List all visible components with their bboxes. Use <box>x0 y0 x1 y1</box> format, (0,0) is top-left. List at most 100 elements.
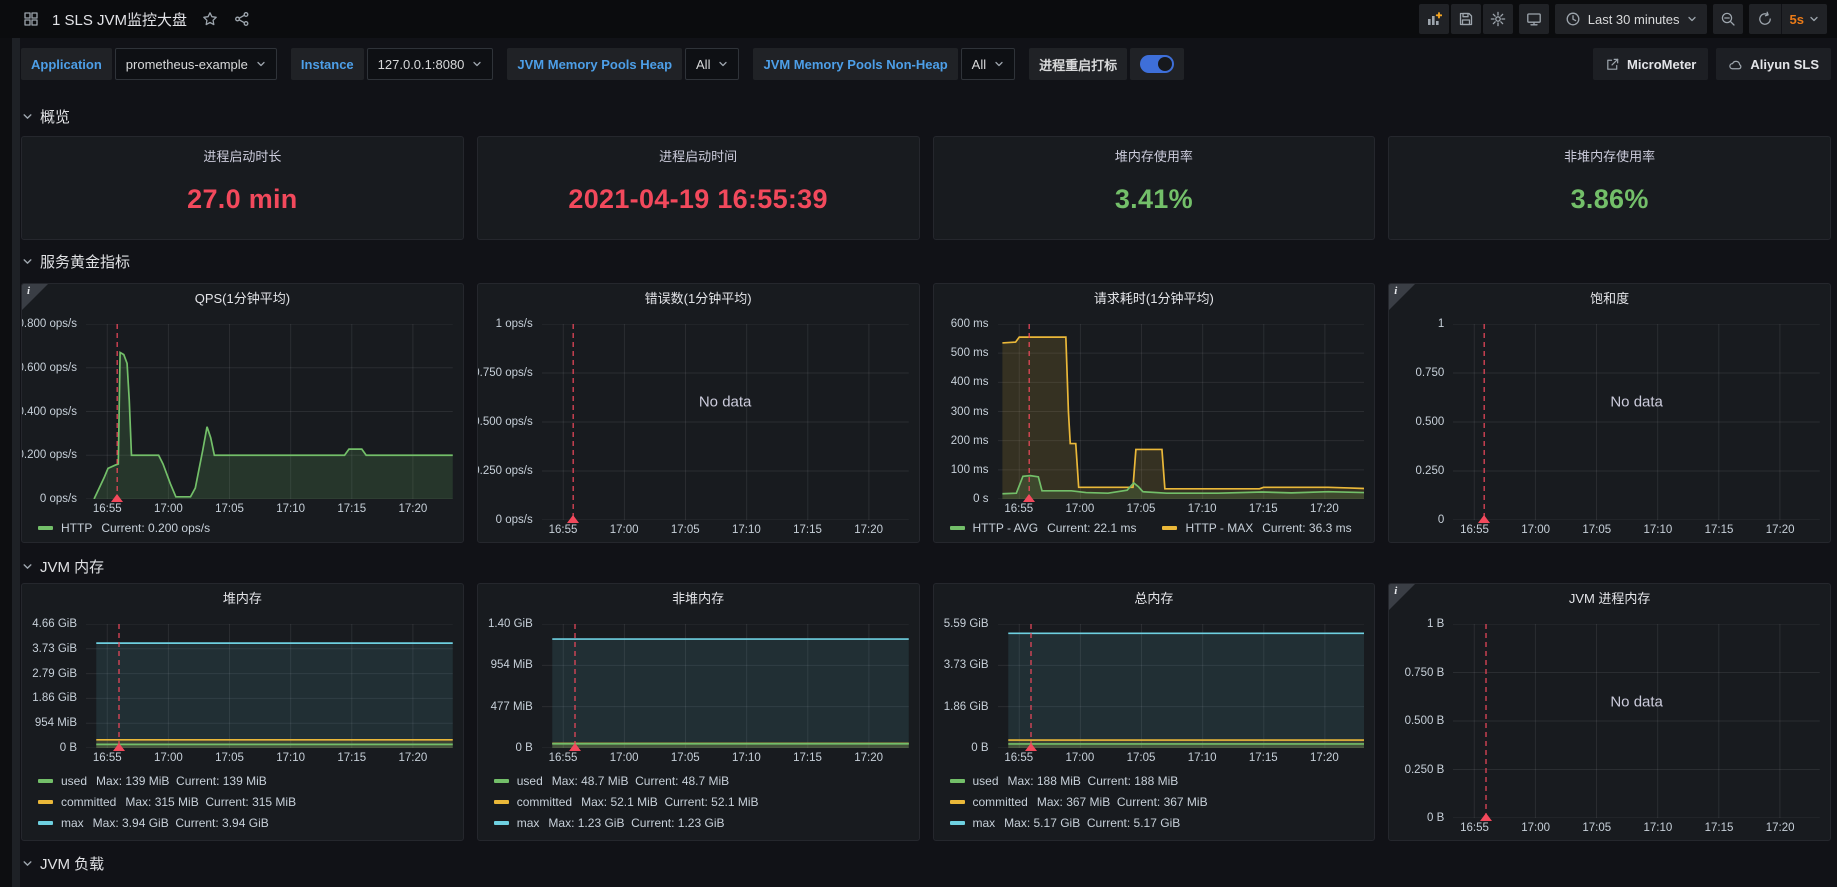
variable-value-dropdown[interactable]: All <box>961 48 1015 80</box>
panel-title[interactable]: QPS(1分钟平均) <box>22 284 463 314</box>
plot-area[interactable] <box>86 324 453 499</box>
panel-title[interactable]: JVM 进程内存 <box>1389 584 1830 614</box>
legend-item[interactable]: maxMax: 3.94 GiB Current: 3.94 GiB <box>38 812 455 833</box>
legend-item[interactable]: committed Max: 367 MiB Current: 367 MiB <box>950 791 1367 812</box>
legend-item[interactable]: HTTP - AVGCurrent: 22.1 ms <box>950 521 1137 535</box>
legend-series-name: committed <box>973 795 1028 809</box>
chevron-down-icon <box>472 59 482 69</box>
chart-body: 0.800 ops/s0.600 ops/s0.400 ops/s0.200 o… <box>22 314 463 499</box>
restart-mark-toggle[interactable] <box>1130 48 1184 80</box>
x-tick-label: 17:05 <box>215 752 244 764</box>
variable-jvm-heap-pools: JVM Memory Pools Heap All <box>507 48 739 80</box>
plot-area[interactable] <box>542 624 909 748</box>
x-tick-label: 17:05 <box>1582 524 1611 536</box>
info-icon[interactable]: i <box>1389 584 1415 610</box>
x-tick-label: 16:55 <box>1460 524 1489 536</box>
variable-value-dropdown[interactable]: All <box>685 48 739 80</box>
no-data-text: No data <box>699 394 752 411</box>
share-icon[interactable] <box>231 8 253 30</box>
y-tick-label: 600 ms <box>951 318 989 330</box>
panel-title[interactable]: 请求耗时(1分钟平均) <box>934 284 1375 314</box>
x-tick-label: 17:00 <box>154 752 183 764</box>
x-tick-label: 17:00 <box>154 503 183 515</box>
zoom-out-icon[interactable] <box>1713 4 1743 34</box>
legend-series-name: committed <box>61 795 116 809</box>
x-tick-label: 17:00 <box>1066 752 1095 764</box>
info-icon[interactable]: i <box>22 284 48 310</box>
y-tick-label: 0.800 ops/s <box>21 318 77 330</box>
legend-item[interactable]: committedMax: 315 MiB Current: 315 MiB <box>38 791 455 812</box>
plot-area[interactable]: No data <box>1453 624 1820 818</box>
legend-series-value: Max: 188 MiB Current: 188 MiB <box>1008 774 1179 788</box>
cloud-icon <box>1728 57 1743 72</box>
legend-item[interactable]: committedMax: 52.1 MiB Current: 52.1 MiB <box>494 791 911 812</box>
plot-area[interactable] <box>998 624 1365 748</box>
plot-area[interactable]: No data <box>1453 324 1820 520</box>
panel-title[interactable]: 总内存 <box>934 584 1375 614</box>
apps-grid-icon[interactable] <box>20 8 42 30</box>
variable-value-dropdown[interactable]: prometheus-example <box>115 48 277 80</box>
y-tick-label: 400 ms <box>951 376 989 388</box>
legend-item[interactable]: maxMax: 5.17 GiB Current: 5.17 GiB <box>950 812 1367 833</box>
gear-icon[interactable] <box>1483 4 1513 34</box>
legend-series-value: Max: 367 MiB Current: 367 MiB <box>1037 795 1208 809</box>
chevron-down-icon <box>22 858 33 869</box>
legend-item[interactable]: HTTP - MAXCurrent: 36.3 ms <box>1162 521 1351 535</box>
add-panel-icon[interactable] <box>1419 4 1449 34</box>
save-icon[interactable] <box>1451 4 1481 34</box>
panel-title[interactable]: 堆内存使用率 <box>1115 137 1193 165</box>
x-tick-label: 17:15 <box>793 524 822 536</box>
panel-title[interactable]: 进程启动时长 <box>203 137 281 165</box>
legend-item[interactable]: maxMax: 1.23 GiB Current: 1.23 GiB <box>494 812 911 833</box>
legend-series-value: Current: 22.1 ms <box>1047 521 1136 535</box>
y-tick-label: 0.200 ops/s <box>21 449 77 461</box>
variable-label: JVM Memory Pools Non-Heap <box>753 48 957 80</box>
y-axis: 5.59 GiB3.73 GiB1.86 GiB0 B <box>934 624 998 748</box>
info-icon[interactable]: i <box>1389 284 1415 310</box>
plot-area[interactable] <box>86 624 453 748</box>
x-axis: 16:5517:0017:0517:1017:1517:20 <box>998 499 1365 521</box>
legend-item[interactable]: usedMax: 139 MiB Current: 139 MiB <box>38 770 455 791</box>
stat-panel: 进程启动时间 2021-04-19 16:55:39 <box>477 136 920 240</box>
panel-title[interactable]: 堆内存 <box>22 584 463 614</box>
chevron-down-icon <box>22 111 33 122</box>
x-tick-label: 17:20 <box>854 752 883 764</box>
x-tick-label: 16:55 <box>93 503 122 515</box>
graph-panel: i饱和度10.7500.5000.2500No data16:5517:0017… <box>1388 283 1831 543</box>
variable-value-dropdown[interactable]: 127.0.0.1:8080 <box>367 48 494 80</box>
panel-title[interactable]: 进程启动时间 <box>659 137 737 165</box>
info-letter: i <box>27 285 30 297</box>
refresh-icon[interactable] <box>1749 4 1781 34</box>
panel-title[interactable]: 错误数(1分钟平均) <box>478 284 919 314</box>
toggle-label: 进程重启打标 <box>1029 48 1127 80</box>
x-tick-label: 17:15 <box>337 752 366 764</box>
refresh-control[interactable]: 5s <box>1749 4 1827 34</box>
time-range-picker[interactable]: Last 30 minutes <box>1555 4 1707 34</box>
row-header-jvm-memory[interactable]: JVM 内存 <box>22 556 1831 577</box>
tv-mode-icon[interactable] <box>1519 4 1549 34</box>
aliyun-sls-link[interactable]: Aliyun SLS <box>1716 48 1831 80</box>
row-header-jvm-load[interactable]: JVM 负载 <box>22 853 1831 874</box>
x-tick-label: 17:10 <box>276 752 305 764</box>
x-tick-label: 17:10 <box>1644 822 1673 834</box>
graph-panel: iJVM 进程内存1 B0.750 B0.500 B0.250 B0 BNo d… <box>1388 583 1831 841</box>
star-icon[interactable] <box>199 8 221 30</box>
panel-title[interactable]: 非堆内存使用率 <box>1564 137 1655 165</box>
row-header-golden-metrics[interactable]: 服务黄金指标 <box>22 251 1831 272</box>
refresh-interval-picker[interactable]: 5s <box>1782 4 1827 34</box>
y-tick-label: 0.500 B <box>1405 715 1445 727</box>
legend-item[interactable]: usedMax: 188 MiB Current: 188 MiB <box>950 770 1367 791</box>
chevron-down-icon <box>718 59 728 69</box>
plot-area[interactable] <box>998 324 1365 499</box>
row-header-overview[interactable]: 概览 <box>22 106 1831 127</box>
panel-title[interactable]: 非堆内存 <box>478 584 919 614</box>
legend-item[interactable]: usedMax: 48.7 MiB Current: 48.7 MiB <box>494 770 911 791</box>
legend-item[interactable]: HTTPCurrent: 0.200 ops/s <box>38 521 210 535</box>
panel-title[interactable]: 饱和度 <box>1389 284 1830 314</box>
x-tick-label: 17:10 <box>276 503 305 515</box>
y-tick-label: 2.79 GiB <box>32 668 77 680</box>
jvm-memory-row: 堆内存4.66 GiB3.73 GiB2.79 GiB1.86 GiB954 M… <box>21 583 1831 841</box>
plot-area[interactable]: No data <box>542 324 909 520</box>
micrometer-link[interactable]: MicroMeter <box>1593 48 1708 80</box>
x-tick-label: 17:15 <box>1249 503 1278 515</box>
